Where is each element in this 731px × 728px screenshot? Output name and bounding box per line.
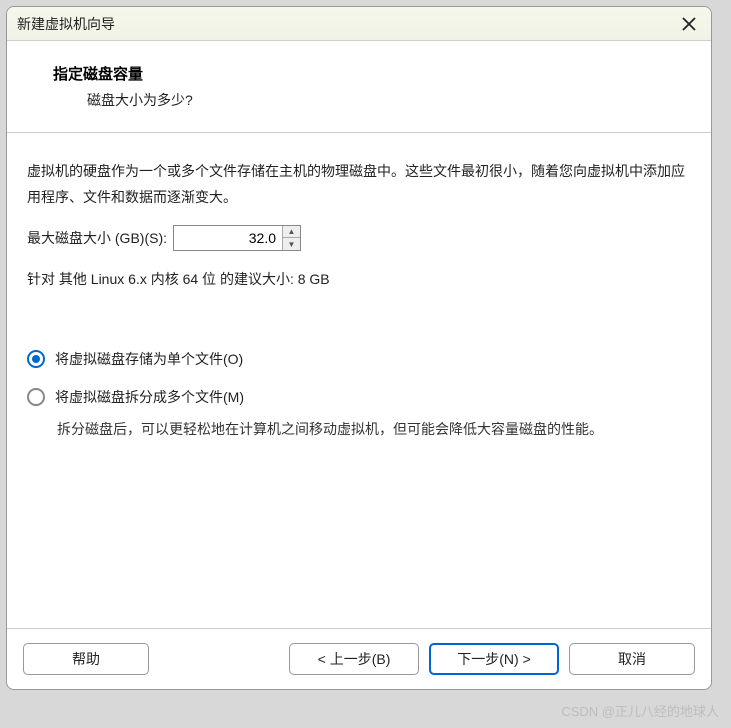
disk-size-label: 最大磁盘大小 (GB)(S): — [27, 228, 167, 248]
dialog-title: 新建虚拟机向导 — [17, 14, 677, 34]
titlebar: 新建虚拟机向导 — [7, 7, 711, 41]
spinner-buttons: ▲ ▼ — [282, 226, 300, 250]
disk-size-input[interactable] — [174, 226, 282, 250]
wizard-footer: 帮助 < 上一步(B) 下一步(N) > 取消 — [7, 628, 711, 689]
back-button[interactable]: < 上一步(B) — [289, 643, 419, 675]
new-vm-wizard-dialog: 新建虚拟机向导 指定磁盘容量 磁盘大小为多少? 虚拟机的硬盘作为一个或多个文件存… — [6, 6, 712, 690]
radio-single-file[interactable]: 将虚拟磁盘存储为单个文件(O) — [27, 349, 691, 369]
cancel-button[interactable]: 取消 — [569, 643, 695, 675]
radio-icon — [27, 350, 45, 368]
wizard-content: 虚拟机的硬盘作为一个或多个文件存储在主机的物理磁盘中。这些文件最初很小，随着您向… — [7, 133, 711, 628]
close-button[interactable] — [677, 12, 701, 36]
close-icon — [682, 17, 696, 31]
radio-split-files[interactable]: 将虚拟磁盘拆分成多个文件(M) — [27, 387, 691, 407]
header-subtitle: 磁盘大小为多少? — [87, 90, 711, 110]
wizard-header: 指定磁盘容量 磁盘大小为多少? — [7, 41, 711, 133]
disk-description: 虚拟机的硬盘作为一个或多个文件存储在主机的物理磁盘中。这些文件最初很小，随着您向… — [27, 159, 691, 211]
spinner-up-button[interactable]: ▲ — [283, 226, 300, 239]
radio-single-label: 将虚拟磁盘存储为单个文件(O) — [55, 349, 243, 369]
watermark-text: CSDN @正儿八经的地球人 — [561, 701, 719, 720]
disk-size-row: 最大磁盘大小 (GB)(S): ▲ ▼ — [27, 225, 691, 251]
header-title: 指定磁盘容量 — [53, 63, 711, 84]
recommended-size-text: 针对 其他 Linux 6.x 内核 64 位 的建议大小: 8 GB — [27, 269, 691, 289]
next-button[interactable]: 下一步(N) > — [429, 643, 559, 675]
split-note: 拆分磁盘后，可以更轻松地在计算机之间移动虚拟机，但可能会降低大容量磁盘的性能。 — [57, 417, 691, 443]
radio-split-label: 将虚拟磁盘拆分成多个文件(M) — [55, 387, 244, 407]
help-button[interactable]: 帮助 — [23, 643, 149, 675]
spinner-down-button[interactable]: ▼ — [283, 238, 300, 250]
disk-size-spinner: ▲ ▼ — [173, 225, 301, 251]
radio-icon — [27, 388, 45, 406]
